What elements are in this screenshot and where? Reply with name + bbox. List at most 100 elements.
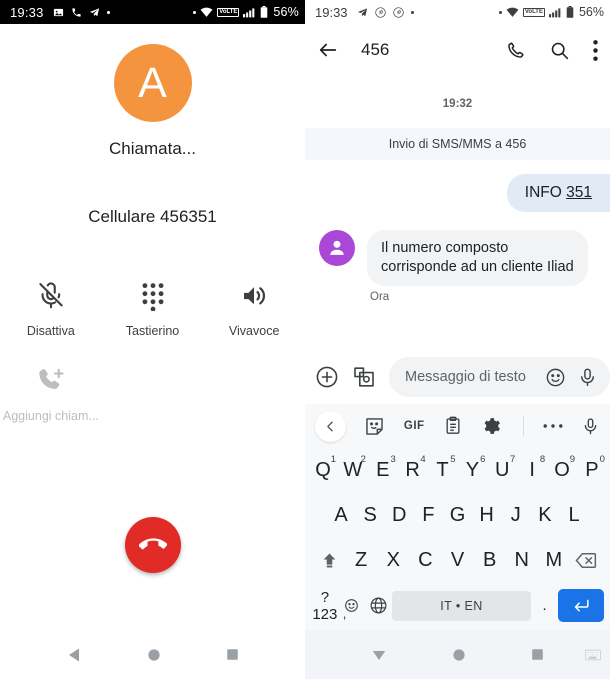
language-globe-key[interactable]	[364, 583, 392, 628]
symbols-key[interactable]: ?123	[311, 583, 339, 628]
back-arrow-icon[interactable]	[317, 39, 339, 61]
key-y[interactable]: Y6	[458, 448, 486, 493]
mic-off-icon	[36, 275, 66, 317]
dialpad-label: Tastierino	[125, 324, 180, 338]
end-call-button[interactable]	[124, 517, 181, 573]
status-system-icons: VoLTE 56%	[498, 5, 604, 19]
incoming-text-line1: Il numero composto	[381, 240, 509, 256]
signal-icon	[548, 7, 562, 18]
message-row-outgoing: INFO 351	[305, 174, 610, 212]
outgoing-text: INFO	[524, 184, 567, 201]
add-call-icon	[36, 360, 66, 402]
mute-button[interactable]: Disattiva	[0, 275, 102, 338]
dialpad-button[interactable]: Tastierino	[102, 275, 204, 338]
key-a[interactable]: A	[327, 493, 355, 538]
nav-bar-right	[305, 630, 610, 679]
key-i[interactable]: I8	[518, 448, 546, 493]
keyboard-row-1: Q1 W2 E3 R4 T5 Y6 U7 I8 O9 P0	[305, 448, 610, 493]
conversation-header: 456	[305, 24, 610, 76]
telegram-icon	[89, 7, 100, 18]
key-letter: W	[343, 459, 363, 481]
pinterest-icon	[392, 6, 404, 18]
settings-gear-icon[interactable]	[481, 416, 501, 436]
spacebar-key[interactable]: IT • EN	[392, 590, 531, 621]
key-t[interactable]: T5	[429, 448, 457, 493]
dual-screenshot: 19:33 VoLTE 56% A Chiamata... Cellulare …	[0, 0, 610, 679]
keyboard-indicator-icon	[585, 649, 601, 660]
mic-icon[interactable]	[577, 367, 598, 388]
key-letter: P	[585, 459, 599, 481]
key-k[interactable]: K	[531, 493, 559, 538]
key-z[interactable]: Z	[347, 538, 375, 583]
key-x[interactable]: X	[379, 538, 407, 583]
backspace-key[interactable]	[572, 538, 600, 583]
period-key[interactable]: .	[531, 583, 559, 628]
key-v[interactable]: V	[444, 538, 472, 583]
back-icon[interactable]	[66, 647, 82, 663]
incoming-bubble[interactable]: Il numero composto corrisponde ad un cli…	[367, 230, 588, 287]
key-h[interactable]: H	[473, 493, 501, 538]
plus-circle-icon[interactable]	[315, 365, 339, 389]
gif-label[interactable]: GIF	[404, 420, 425, 432]
call-actions-row-2: Aggiungi chiam...	[0, 360, 305, 423]
outgoing-text-underlined: 351	[566, 184, 592, 201]
thread-timestamp: 19:32	[442, 98, 473, 110]
battery-icon	[566, 6, 574, 18]
empty-slot	[102, 360, 204, 423]
mic-icon[interactable]	[581, 417, 600, 436]
emoji-comma-key[interactable]: ,	[339, 583, 365, 628]
volte-badge: VoLTE	[217, 7, 240, 17]
key-w[interactable]: W2	[339, 448, 367, 493]
key-b[interactable]: B	[476, 538, 504, 583]
status-notification-icons	[53, 7, 110, 18]
sticker-icon[interactable]	[364, 416, 385, 437]
hide-keyboard-icon[interactable]	[371, 647, 387, 663]
key-l[interactable]: L	[560, 493, 588, 538]
toolbar-divider	[523, 416, 525, 436]
enter-key[interactable]	[558, 589, 604, 622]
pinterest-icon	[374, 6, 386, 18]
key-number: 1	[330, 454, 336, 465]
image-icon	[53, 7, 64, 18]
key-f[interactable]: F	[414, 493, 442, 538]
add-call-button[interactable]: Aggiungi chiam...	[0, 360, 102, 423]
key-o[interactable]: O9	[548, 448, 576, 493]
speaker-icon	[239, 275, 269, 317]
key-c[interactable]: C	[411, 538, 439, 583]
outgoing-bubble[interactable]: INFO 351	[506, 174, 610, 212]
chevron-left-icon[interactable]	[315, 410, 346, 442]
volte-badge: VoLTE	[522, 7, 545, 17]
key-e[interactable]: E3	[369, 448, 397, 493]
key-p[interactable]: P0	[578, 448, 606, 493]
clipboard-icon[interactable]	[443, 416, 463, 436]
recents-icon[interactable]	[531, 648, 544, 661]
key-q[interactable]: Q1	[309, 448, 337, 493]
shift-key[interactable]	[315, 538, 343, 583]
key-g[interactable]: G	[444, 493, 472, 538]
key-n[interactable]: N	[508, 538, 536, 583]
home-icon[interactable]	[452, 648, 466, 662]
emoji-icon[interactable]	[545, 367, 566, 388]
key-u[interactable]: U7	[488, 448, 516, 493]
end-call-icon	[138, 531, 167, 559]
overflow-menu-icon[interactable]	[593, 39, 598, 61]
call-body: A Chiamata... Cellulare 456351 Disattiva…	[0, 24, 305, 630]
more-dots-icon[interactable]	[543, 422, 563, 430]
key-j[interactable]: J	[502, 493, 530, 538]
wifi-icon	[200, 7, 213, 18]
key-s[interactable]: S	[356, 493, 384, 538]
key-letter: Q	[315, 459, 331, 481]
key-m[interactable]: M	[540, 538, 568, 583]
enter-icon	[572, 596, 591, 615]
phone-icon[interactable]	[505, 40, 526, 61]
key-d[interactable]: D	[385, 493, 413, 538]
search-icon[interactable]	[549, 40, 570, 61]
speaker-button[interactable]: Vivavoce	[203, 275, 305, 338]
key-r[interactable]: R4	[399, 448, 427, 493]
recents-icon[interactable]	[226, 648, 239, 661]
status-notification-icons	[357, 6, 414, 18]
gallery-camera-icon[interactable]	[352, 365, 376, 389]
home-icon[interactable]	[147, 648, 161, 662]
telegram-icon	[357, 7, 368, 18]
message-input-pill[interactable]: Messaggio di testo	[389, 357, 610, 397]
